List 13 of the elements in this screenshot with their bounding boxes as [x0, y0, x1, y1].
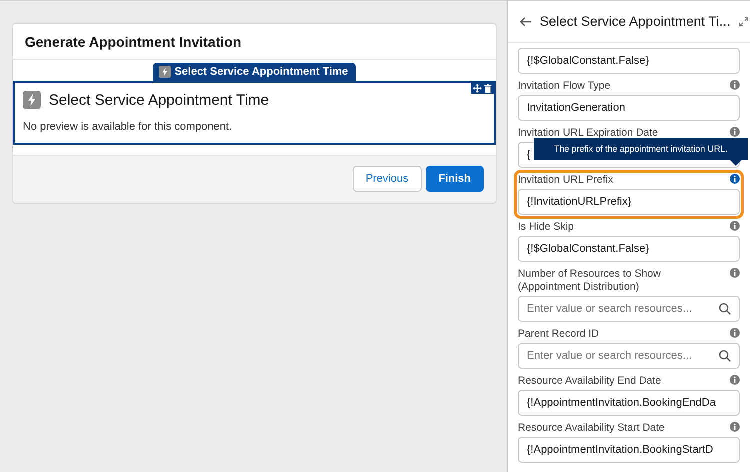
screen-title: Generate Appointment Invitation	[25, 34, 242, 50]
panel-title: Select Service Appointment Ti...	[540, 14, 731, 29]
preview-message: No preview is available for this component.	[23, 121, 234, 133]
field-label: Resource Availability Start Date	[518, 422, 665, 435]
field-label: Resource Availability End Date	[518, 375, 662, 388]
field-label: Invitation URL Expiration Date	[518, 127, 658, 140]
field-label: Invitation Flow Type	[518, 80, 611, 93]
field-label: Is Hide Skip	[518, 221, 574, 234]
help-tooltip: The prefix of the appointment invitation URL.	[534, 138, 748, 166]
field-label: Invitation URL Prefix	[518, 174, 614, 187]
field-label: Number of Resources to Show (Appointment Distribution)	[518, 268, 662, 294]
component-title: Select Service Appointment Time	[49, 92, 270, 108]
field-label: Parent Record ID	[518, 328, 600, 341]
